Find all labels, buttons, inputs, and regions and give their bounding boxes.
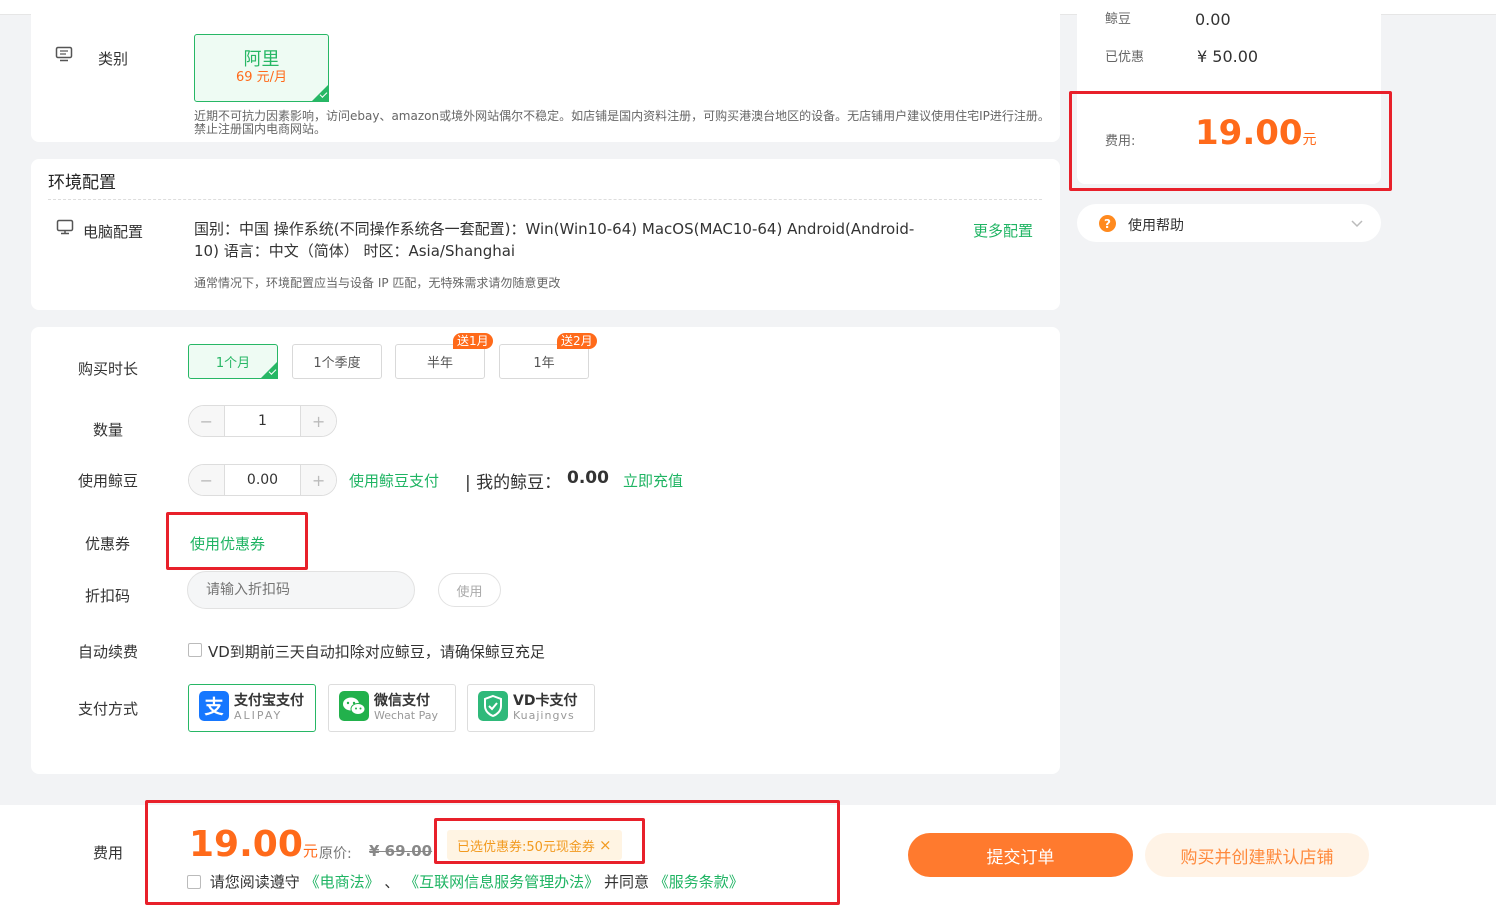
plus-icon[interactable]: + (301, 406, 336, 436)
highlight-coupon-tag-box (434, 818, 645, 864)
duration-option-label: 1年 (533, 356, 555, 371)
duration-option-half-year[interactable]: 半年 (395, 344, 485, 379)
environment-card: 环境配置 电脑配置 国别：中国 操作系统(不同操作系统各一套配置)：Win(Wi… (31, 159, 1060, 310)
question-icon: ? (1099, 215, 1116, 232)
selected-check-icon (260, 361, 278, 379)
my-beans-label: | 我的鲸豆： (465, 473, 562, 493)
highlight-coupon-box (166, 512, 308, 570)
pay-vd-card[interactable]: VD卡支付 Kuajingvs (467, 684, 595, 732)
category-card: 类别 阿里 69 元/月 近期不可抗力因素影响，访问ebay、amazon或境外… (31, 0, 1060, 142)
auto-renew-checkbox[interactable] (188, 643, 202, 657)
pay-alipay[interactable]: 支 支付宝支付 ALIPAY (188, 684, 316, 732)
discount-code-label: 折扣码 (85, 587, 131, 605)
auto-renew-label: 自动续费 (78, 643, 139, 661)
duration-option-label: 半年 (426, 356, 453, 371)
duration-option-1-month[interactable]: 1个月 (188, 344, 278, 379)
vd-shield-icon (478, 691, 508, 725)
summary-discount-label: 已优惠 (1105, 50, 1145, 65)
pay-method-name: 微信支付 (374, 693, 430, 709)
discount-code-input[interactable] (187, 571, 415, 609)
computer-config-label: 电脑配置 (83, 223, 144, 241)
category-label: 类别 (98, 50, 129, 68)
chevron-down-icon (1351, 216, 1363, 232)
auto-renew-text: VD到期前三天自动扣除对应鲸豆，请确保鲸豆充足 (208, 643, 545, 661)
minus-icon[interactable]: − (189, 406, 224, 436)
duration-label: 购买时长 (78, 360, 139, 378)
quantity-label: 数量 (93, 421, 124, 439)
submit-order-button[interactable]: 提交订单 (908, 833, 1133, 877)
pay-method-sub: Kuajingvs (513, 709, 575, 722)
config-hint: 通常情况下，环境配置应当与设备 IP 匹配，无特殊需求请勿随意更改 (194, 276, 561, 290)
summary-beans-value: 0.00 (1195, 10, 1231, 29)
more-config-link[interactable]: 更多配置 (973, 220, 1033, 241)
quantity-value[interactable]: 1 (223, 406, 302, 436)
recharge-link[interactable]: 立即充值 (623, 470, 683, 491)
pay-method-sub: ALIPAY (234, 709, 283, 722)
payment-method-label: 支付方式 (78, 700, 139, 718)
wechat-icon (339, 691, 369, 725)
beans-value[interactable]: 0.00 (223, 465, 302, 495)
bonus-badge-1-month: 送1月 (453, 333, 493, 349)
pay-method-name: 支付宝支付 (234, 693, 304, 709)
svg-text:支: 支 (203, 696, 224, 718)
help-label: 使用帮助 (1128, 218, 1184, 234)
bonus-badge-2-month: 送2月 (557, 333, 597, 349)
config-line-2: 10) 语言：中文（简体） 时区：Asia/Shanghai (194, 242, 516, 260)
summary-beans-label: 鲸豆 (1105, 12, 1132, 27)
discount-use-button[interactable]: 使用 (438, 573, 501, 607)
beans-stepper: − 0.00 + (188, 464, 337, 496)
duration-option-1-year[interactable]: 1年 (499, 344, 589, 379)
minus-icon[interactable]: − (189, 465, 224, 495)
my-beans-value: 0.00 (567, 468, 609, 488)
quantity-stepper: − 1 + (188, 405, 337, 437)
monitor-icon (55, 46, 73, 66)
highlight-fee-box (1069, 91, 1392, 191)
category-option-ali[interactable]: 阿里 69 元/月 (194, 34, 329, 102)
beans-pay-link[interactable]: 使用鲸豆支付 (349, 470, 439, 491)
beans-label: 使用鲸豆 (78, 472, 139, 490)
selected-check-icon (311, 84, 329, 102)
summary-discount-value: ¥ 50.00 (1197, 47, 1259, 66)
buy-and-create-store-button[interactable]: 购买并创建默认店铺 (1145, 833, 1369, 877)
title-divider (48, 199, 1042, 200)
coupon-label: 优惠券 (85, 535, 131, 553)
pay-method-name: VD卡支付 (513, 693, 578, 709)
category-option-name: 阿里 (243, 49, 280, 70)
plus-icon[interactable]: + (301, 465, 336, 495)
config-details: 国别：中国 操作系统(不同操作系统各一套配置)：Win(Win10-64) Ma… (194, 218, 994, 262)
category-option-price: 69 元/月 (235, 70, 288, 85)
category-note: 近期不可抗力因素影响，访问ebay、amazon或境外网站偶尔不稳定。如店铺是国… (194, 109, 1050, 136)
pay-wechat[interactable]: 微信支付 Wechat Pay (328, 684, 456, 732)
duration-option-label: 1个月 (215, 356, 251, 371)
help-toggle[interactable]: ? 使用帮助 (1077, 204, 1381, 242)
environment-title: 环境配置 (48, 173, 116, 193)
computer-icon (56, 219, 74, 239)
duration-option-label: 1个季度 (313, 356, 361, 371)
alipay-icon: 支 (199, 691, 229, 725)
pay-method-sub: Wechat Pay (374, 709, 438, 722)
bottom-fee-label: 费用 (93, 844, 124, 862)
duration-option-quarter[interactable]: 1个季度 (292, 344, 382, 379)
config-line-1: 国别：中国 操作系统(不同操作系统各一套配置)：Win(Win10-64) Ma… (194, 220, 915, 238)
